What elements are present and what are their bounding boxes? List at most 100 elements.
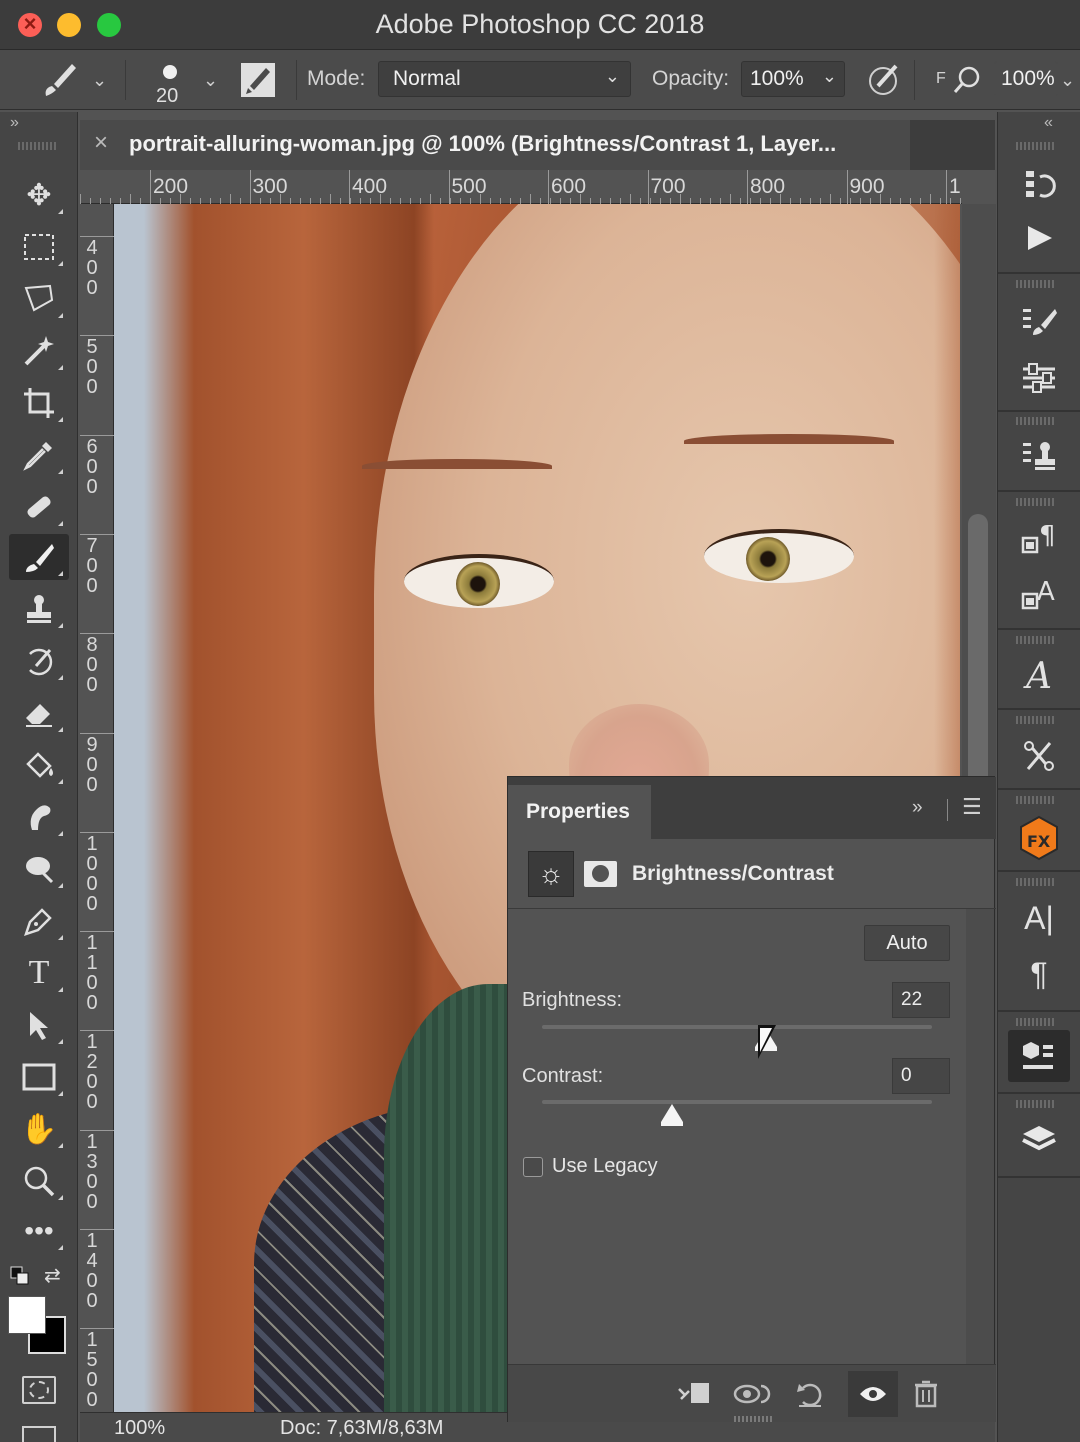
delete-icon[interactable] <box>906 1377 946 1411</box>
use-legacy-checkbox[interactable] <box>523 1157 543 1177</box>
default-colors-icon[interactable] <box>10 1266 29 1285</box>
ruler-label: 1400 <box>86 1230 98 1312</box>
ruler-tick <box>548 170 549 204</box>
chevron-down-icon[interactable]: ⌄ <box>822 59 837 93</box>
character-icon[interactable]: A| <box>1008 892 1070 944</box>
doc-size[interactable]: Doc: 7,63M/8,63M <box>280 1417 443 1440</box>
healing-icon[interactable] <box>9 484 69 530</box>
swap-colors-icon[interactable]: ⇄ <box>44 1263 61 1288</box>
brightness-icon[interactable]: ☼ <box>528 851 574 897</box>
actions-play-icon[interactable] <box>1008 212 1070 264</box>
opacity-field[interactable]: 100% ⌄ <box>741 61 845 97</box>
clip-to-layer-icon[interactable] <box>674 1377 714 1411</box>
screen-mode-icon[interactable] <box>22 1426 56 1442</box>
paint-bucket-icon[interactable] <box>9 742 69 788</box>
move-icon[interactable]: ✥ <box>9 172 69 218</box>
ruler-tick <box>846 170 848 204</box>
ruler-minor-tick <box>680 194 681 204</box>
brush-size-value[interactable]: 20 <box>156 85 178 108</box>
expand-icon[interactable]: » <box>912 797 923 819</box>
properties-scrollbar[interactable] <box>966 909 994 1364</box>
magic-wand-icon[interactable] <box>9 328 69 374</box>
ruler-label: 1100 <box>86 932 98 1015</box>
use-legacy-label[interactable]: Use Legacy <box>552 1155 658 1178</box>
brightness-input[interactable]: 22 <box>892 982 950 1018</box>
photo-brow-left <box>362 459 552 473</box>
brush-settings-icon[interactable] <box>1008 296 1070 348</box>
glyphs-icon[interactable]: A <box>1008 650 1070 702</box>
history-icon[interactable] <box>1008 158 1070 210</box>
options-bar: ⌄ 20 ⌄ Mode: Normal ⌄ Opacity: 100% ⌄ F … <box>0 50 1080 110</box>
tab-properties[interactable]: Properties <box>508 785 651 839</box>
eyedropper-icon[interactable] <box>9 432 69 478</box>
panel-grip[interactable] <box>18 142 58 150</box>
zoom-level[interactable]: 100% <box>114 1417 165 1440</box>
dodge-icon[interactable] <box>9 846 69 892</box>
brush-panel-toggle-icon[interactable] <box>240 50 276 110</box>
toggle-visibility-icon[interactable] <box>848 1371 898 1417</box>
panel-dock: « ¶ A A FX A| ¶ <box>997 112 1080 1442</box>
properties-tab-label: Properties <box>526 800 630 823</box>
panel-menu-icon[interactable]: ☰ <box>962 794 982 820</box>
chevron-down-icon[interactable]: ⌄ <box>1060 70 1075 91</box>
flow-value: 100% <box>1001 67 1055 90</box>
3d-icon[interactable] <box>1008 1030 1070 1082</box>
smudge-icon[interactable] <box>9 794 69 840</box>
reset-icon[interactable] <box>790 1377 830 1411</box>
clone-source-icon[interactable] <box>1008 430 1070 482</box>
auto-button[interactable]: Auto <box>864 925 950 961</box>
ruler-label: 700 <box>86 534 98 597</box>
flow-label: F <box>936 70 946 87</box>
more-tools-icon[interactable]: ••• <box>9 1208 69 1254</box>
mask-icon[interactable] <box>584 861 617 887</box>
brightness-slider[interactable] <box>542 1025 932 1029</box>
hand-icon[interactable]: ✋ <box>9 1106 69 1152</box>
tools-presets-icon[interactable] <box>1008 730 1070 782</box>
paragraph-icon[interactable]: ¶ <box>1008 948 1070 1000</box>
ruler-label: 400 <box>352 175 388 198</box>
chevron-down-icon[interactable]: ⌄ <box>92 70 107 91</box>
foreground-color-swatch[interactable] <box>8 1296 46 1334</box>
pen-icon[interactable] <box>9 898 69 944</box>
zoom-icon[interactable] <box>9 1158 69 1204</box>
view-previous-state-icon[interactable] <box>732 1377 772 1411</box>
history-brush-icon[interactable] <box>9 638 69 684</box>
type-icon[interactable]: T <box>9 950 69 996</box>
document-tab[interactable]: × portrait-alluring-woman.jpg @ 100% (Br… <box>80 120 910 170</box>
close-tab-icon[interactable]: × <box>94 129 108 157</box>
clone-stamp-icon[interactable] <box>9 586 69 632</box>
paragraph-styles-icon[interactable]: ¶ <box>1008 512 1070 564</box>
brush-preset-icon[interactable] <box>38 50 82 110</box>
adjustment-header: ☼ Brightness/Contrast <box>508 839 996 909</box>
chevron-down-icon: ⌄ <box>604 66 620 86</box>
svg-text:¶: ¶ <box>1039 521 1056 551</box>
pressure-opacity-icon[interactable] <box>866 50 902 110</box>
rectangle-icon[interactable] <box>9 1054 69 1100</box>
opacity-value: 100% <box>750 67 804 90</box>
contrast-input[interactable]: 0 <box>892 1058 950 1094</box>
brush-icon[interactable] <box>9 534 69 580</box>
ruler-minor-tick <box>630 194 631 204</box>
collapse-panel-icon[interactable]: « <box>1044 114 1053 132</box>
layers-icon[interactable] <box>1008 1114 1070 1166</box>
search-icon[interactable] <box>952 50 982 110</box>
contrast-slider[interactable] <box>542 1100 932 1104</box>
expand-panel-icon[interactable]: » <box>10 114 19 132</box>
panel-resize-grip[interactable] <box>734 1416 774 1422</box>
lasso-icon[interactable] <box>9 276 69 322</box>
character-styles-icon[interactable]: A <box>1008 568 1070 620</box>
flow-field[interactable]: 100% <box>994 61 1058 97</box>
eraser-icon[interactable] <box>9 690 69 736</box>
path-select-icon[interactable] <box>9 1002 69 1048</box>
ruler-label: 800 <box>86 634 98 697</box>
ruler-label: 400 <box>86 237 98 299</box>
contrast-slider-handle[interactable] <box>661 1104 683 1126</box>
chevron-down-icon[interactable]: ⌄ <box>203 70 218 91</box>
marquee-icon[interactable] <box>9 224 69 270</box>
crop-icon[interactable] <box>9 380 69 426</box>
fx-plugin-icon[interactable]: FX <box>1008 812 1070 864</box>
mode-select[interactable]: Normal ⌄ <box>378 61 631 97</box>
quick-mask-icon[interactable] <box>22 1376 56 1404</box>
adjustments-icon[interactable] <box>1008 352 1070 404</box>
properties-header: Properties » ☰ <box>508 777 996 839</box>
